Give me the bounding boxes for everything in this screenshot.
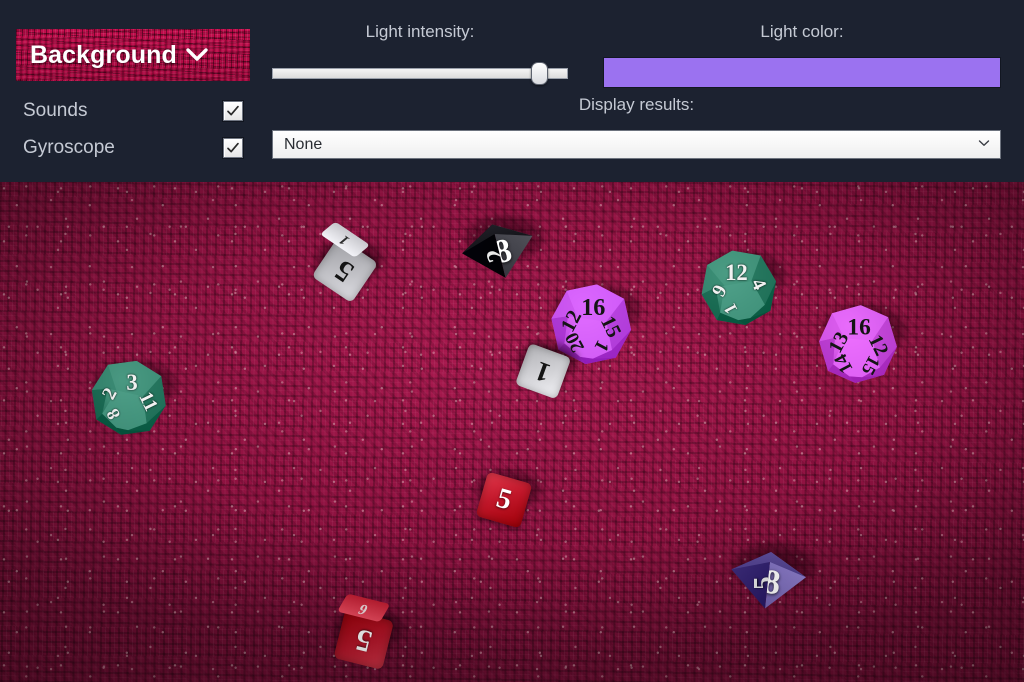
control-panel: Background Sounds Gyroscope Light intens… [0, 0, 1024, 182]
slider-track [272, 68, 568, 79]
light-intensity-label: Light intensity: [365, 22, 475, 41]
light-color-label: Light color: [760, 22, 844, 41]
chevron-down-icon [978, 139, 990, 150]
dice-roller-app: Background Sounds Gyroscope Light intens… [0, 0, 1024, 682]
chevron-down-icon [185, 47, 209, 63]
light-intensity-slider[interactable] [272, 62, 568, 85]
background-dropdown-button[interactable]: Background [16, 29, 250, 81]
table-vignette [0, 182, 1024, 682]
sounds-checkbox[interactable] [223, 101, 243, 121]
display-results-select[interactable]: None [272, 130, 1001, 159]
light-color-swatch[interactable] [603, 57, 1001, 88]
display-results-value: None [284, 135, 323, 153]
sounds-label: Sounds [23, 100, 88, 121]
check-icon [227, 142, 239, 153]
gyroscope-setting-row[interactable]: Gyroscope [23, 137, 243, 159]
check-icon [227, 105, 239, 116]
dice-table-surface[interactable]: 512816121520112941161312141532118155658 [0, 182, 1024, 682]
display-results-label: Display results: [578, 95, 695, 114]
slider-thumb[interactable] [531, 62, 549, 85]
background-dropdown-label: Background [30, 40, 177, 69]
gyroscope-label: Gyroscope [23, 137, 115, 158]
sounds-setting-row[interactable]: Sounds [23, 100, 243, 122]
gyroscope-checkbox[interactable] [223, 138, 243, 158]
